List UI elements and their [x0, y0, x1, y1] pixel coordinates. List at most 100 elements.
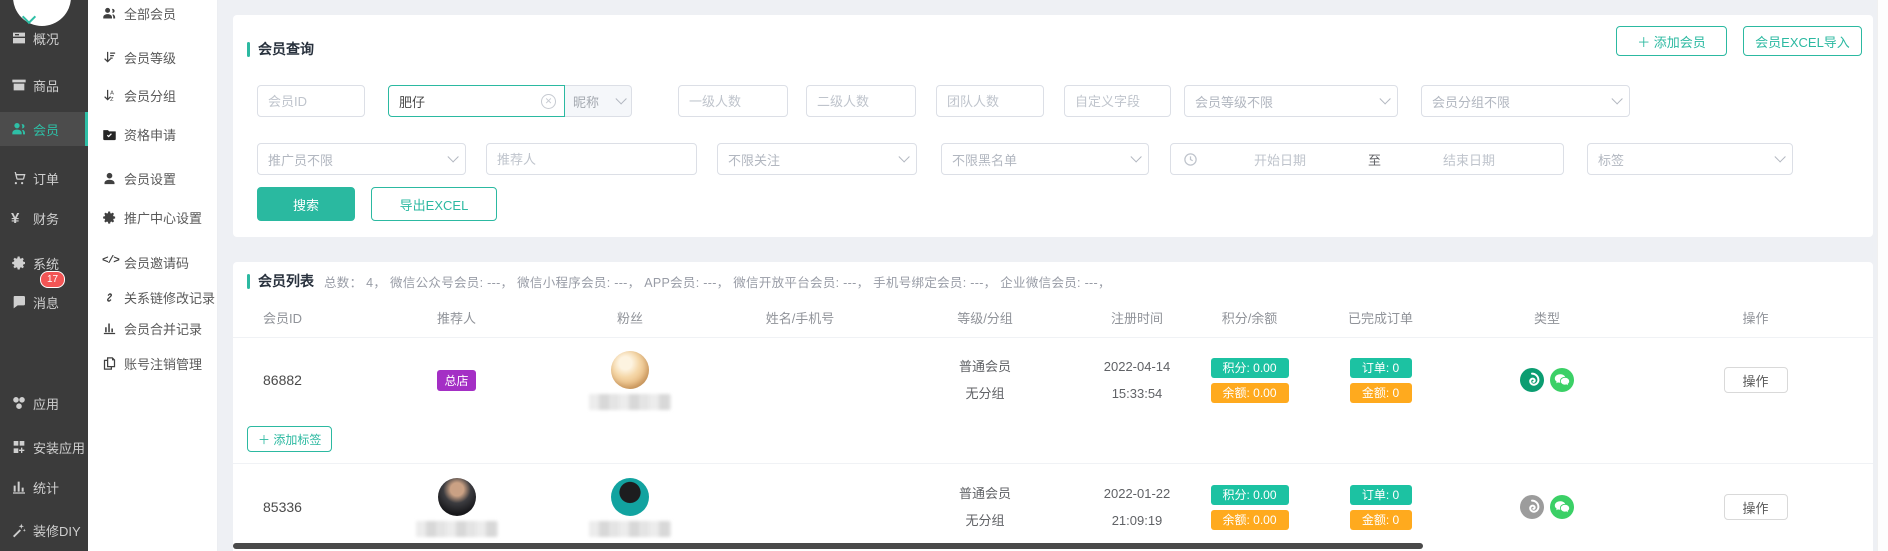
member-type-cell: [1456, 368, 1638, 392]
chart-icon: [102, 321, 117, 336]
table-header-row: 会员ID 推荐人 粉丝 姓名/手机号 等级/分组 注册时间 积分/余额 已完成订…: [233, 298, 1873, 338]
chevron-down-icon: [1611, 93, 1622, 104]
fan-cell: [550, 351, 710, 410]
points-balance-cell: 积分: 0.00 余额: 0.00: [1194, 358, 1305, 403]
horizontal-scrollbar-thumb[interactable]: [233, 543, 1423, 549]
custom-field-field[interactable]: [1064, 85, 1171, 117]
chevron-down-icon: [898, 151, 909, 162]
register-time-cell: 2022-04-14 15:33:54: [1080, 356, 1194, 405]
sidebar-item-finance[interactable]: ¥ 财务: [0, 201, 88, 235]
svg-text:A: A: [110, 90, 114, 96]
submenu-promotion-center[interactable]: 推广中心设置: [88, 202, 218, 232]
promoter-select[interactable]: 推广员不限: [257, 143, 466, 175]
level2-count-field[interactable]: [806, 85, 916, 117]
amount-badge: 金额: 0: [1350, 510, 1412, 530]
install-apps-icon: [11, 439, 27, 455]
title-accent-bar: [247, 42, 250, 57]
level-group-cell: 普通会员 无分组: [890, 356, 1080, 405]
sidebar-item-orders[interactable]: 订单: [0, 161, 88, 195]
wechat-icon: [1550, 495, 1574, 519]
title-accent-bar: [247, 274, 250, 289]
submenu-member-level[interactable]: 会员等级: [88, 42, 218, 72]
submenu-merge-record[interactable]: 会员合并记录: [88, 313, 218, 343]
member-excel-import-button[interactable]: 会员EXCEL导入: [1743, 26, 1862, 56]
col-member-id: 会员ID: [233, 308, 363, 327]
sidebar-item-overview[interactable]: 概况: [0, 21, 88, 55]
orders-badge: 订单: 0: [1350, 358, 1412, 378]
finance-icon: ¥: [11, 210, 27, 226]
goods-icon: [11, 77, 27, 93]
add-member-button[interactable]: ＋ 添加会员: [1616, 26, 1727, 56]
level1-count-field[interactable]: [678, 85, 788, 117]
sidebar-item-goods[interactable]: 商品: [0, 68, 88, 102]
gear-icon: [102, 210, 117, 225]
referrer-avatar[interactable]: [438, 478, 476, 516]
submenu-member-settings[interactable]: 会员设置: [88, 163, 218, 193]
submenu-relation-log[interactable]: 关系链修改记录: [88, 282, 218, 312]
list-title: 会员列表: [258, 271, 314, 291]
main-content: 会员查询 ＋ 添加会员 会员EXCEL导入 ✕ 昵称: [218, 0, 1888, 551]
sidebar-item-diy[interactable]: 装修DIY: [0, 513, 88, 547]
fan-avatar[interactable]: [611, 478, 649, 516]
referrer-field[interactable]: [486, 143, 697, 175]
register-date-range-picker[interactable]: 开始日期 至 结束日期: [1170, 143, 1564, 175]
submenu-invite-code[interactable]: </> 会员邀请码: [88, 247, 218, 277]
submenu-member-group[interactable]: AZ 会员分组: [88, 80, 218, 110]
nickname-search-group: ✕ 昵称: [388, 85, 632, 117]
chevron-down-icon: [1379, 93, 1390, 104]
add-tag-button[interactable]: ＋ 添加标签: [247, 426, 332, 452]
sidebar-item-members[interactable]: 会员: [0, 112, 88, 146]
member-group-select[interactable]: 会员分组不限: [1421, 85, 1630, 117]
row-action-button[interactable]: 操作: [1724, 494, 1788, 520]
date-end-placeholder[interactable]: 结束日期: [1387, 150, 1551, 169]
submenu-account-cancel[interactable]: 账号注销管理: [88, 348, 218, 378]
copy-file-icon: [102, 356, 117, 371]
date-start-placeholder[interactable]: 开始日期: [1198, 150, 1362, 169]
filter-row-2: 推广员不限 不限关注 不限黑名单 开始日期 至: [233, 143, 1873, 175]
system-icon: [11, 255, 27, 271]
folder-check-icon: [102, 127, 117, 142]
follow-filter-select[interactable]: 不限关注: [717, 143, 917, 175]
miniprogram-swirl-icon-disabled: [1520, 495, 1544, 519]
sidebar-item-statistics[interactable]: 统计: [0, 470, 88, 504]
app-root: 概况 商品 会员 订单 ¥ 财务 系统 消息 17 应用: [0, 0, 1888, 551]
vertical-scrollbar-track[interactable]: [1877, 0, 1888, 551]
submenu-qualification[interactable]: 资格申请: [88, 119, 218, 149]
nickname-input[interactable]: ✕: [388, 85, 565, 117]
sort-az-icon: AZ: [102, 88, 117, 103]
referrer-cell: [363, 478, 550, 537]
link-icon: [102, 290, 117, 305]
member-stats-text: 总数： 4， 微信公众号会员: ---， 微信小程序会员: ---， APP会员…: [324, 272, 1111, 291]
export-excel-button[interactable]: 导出EXCEL: [371, 187, 497, 221]
row-action-button[interactable]: 操作: [1724, 367, 1788, 393]
col-register-time: 注册时间: [1080, 308, 1194, 327]
search-field-type-select[interactable]: 昵称: [565, 85, 632, 117]
sidebar-item-install-apps[interactable]: 安装应用: [0, 430, 88, 464]
blacklist-filter-select[interactable]: 不限黑名单: [941, 143, 1149, 175]
team-count-field[interactable]: [936, 85, 1044, 117]
members-icon: [11, 121, 27, 137]
blurred-referrer-name: [416, 521, 498, 537]
sidebar-item-apps[interactable]: 应用: [0, 386, 88, 420]
overview-icon: [11, 30, 27, 46]
fan-avatar[interactable]: [611, 351, 649, 389]
tag-select[interactable]: 标签: [1587, 143, 1793, 175]
col-referrer: 推荐人: [363, 308, 550, 327]
chevron-down-icon: [447, 151, 458, 162]
table-row: 85336 普通会员 无分组 2022-01-2: [233, 464, 1873, 551]
person-icon: [102, 171, 117, 186]
member-type-cell: [1456, 495, 1638, 519]
submenu-all-members[interactable]: 全部会员: [88, 0, 218, 28]
apps-icon: [11, 395, 27, 411]
member-id-field[interactable]: [257, 85, 365, 117]
sidebar-item-messages[interactable]: 消息 17: [0, 285, 88, 319]
col-points-balance: 积分/余额: [1194, 308, 1305, 327]
member-id-value: 85336: [233, 499, 363, 515]
wechat-icon: [1550, 368, 1574, 392]
miniprogram-swirl-icon: [1520, 368, 1544, 392]
table-row: 86882 总店 普通会员 无分组 2022-04-14 15:33:54: [233, 338, 1873, 464]
chevron-down-icon: [1774, 151, 1785, 162]
clear-input-icon[interactable]: ✕: [541, 94, 556, 109]
member-level-select[interactable]: 会员等级不限: [1184, 85, 1398, 117]
search-button[interactable]: 搜索: [257, 187, 355, 221]
